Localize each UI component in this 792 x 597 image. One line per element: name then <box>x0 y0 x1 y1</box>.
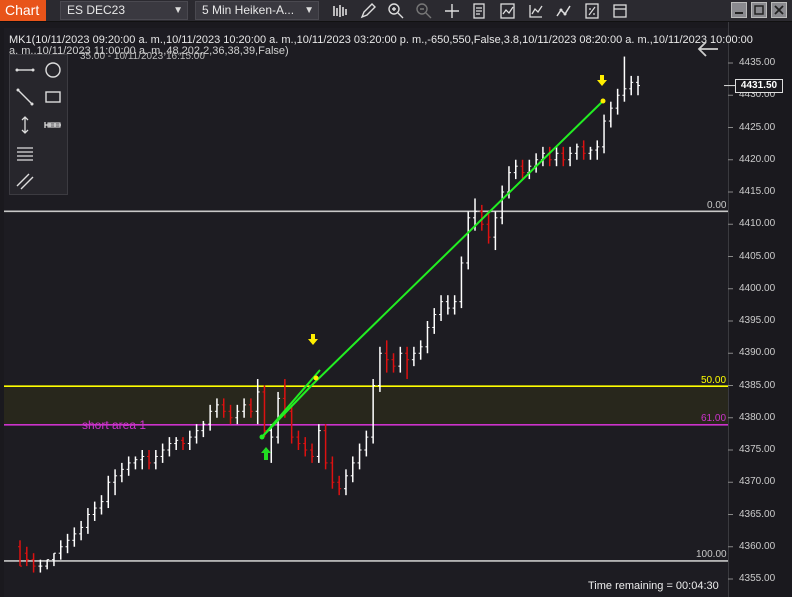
price-tick-label: 4435.00 <box>739 57 776 68</box>
horizontal-segment-tool-icon[interactable] <box>14 59 36 81</box>
price-chart-svg <box>4 56 735 580</box>
parallel-channel-tool-icon[interactable] <box>14 170 36 192</box>
fib-level-label-100: 100.00 <box>696 549 727 560</box>
arrow-left-icon[interactable] <box>696 39 720 59</box>
price-tick-label: 4405.00 <box>739 250 776 262</box>
trend-line-anchor <box>313 375 319 381</box>
vertical-line-tool-icon[interactable] <box>14 114 36 136</box>
price-tick-label: 4360.00 <box>739 540 776 552</box>
price-tick-label: 4420.00 <box>739 153 776 165</box>
price-tick-label: 4355.00 <box>739 573 776 584</box>
time-remaining-readout: Time remaining = 00:04:30 <box>588 580 719 592</box>
price-tick-label: 4410.00 <box>739 218 776 230</box>
ruler-tool-icon[interactable] <box>42 114 64 136</box>
trend-line-lower <box>261 384 313 438</box>
ellipse-tool-icon[interactable] <box>42 59 64 81</box>
trend-line-anchor <box>259 434 265 440</box>
price-tick-label: 4415.00 <box>739 186 776 197</box>
price-tick-label: 4400.00 <box>739 282 776 294</box>
fib-level-label-61: 61.00 <box>701 413 727 424</box>
indicator-header-range: 35.00 - 10/11/2023 16:15:00 <box>80 51 205 62</box>
sell-signal-arrow-icon <box>308 334 318 345</box>
drawing-tools-panel <box>9 54 68 195</box>
zone-label: short area 1 <box>82 418 147 432</box>
price-tick-label: 4425.00 <box>739 121 776 133</box>
price-tick-label: 4390.00 <box>739 347 776 359</box>
price-tick-label: 4365.00 <box>739 508 776 520</box>
buy-signal-arrow-icon <box>261 447 271 460</box>
last-price-marker: 4431.50 <box>735 79 783 93</box>
fib-level-label-0: 0.00 <box>707 200 727 211</box>
price-tick-label: 4385.00 <box>739 379 776 391</box>
rectangle-tool-icon[interactable] <box>42 86 64 108</box>
price-tick-label: 4380.00 <box>739 411 776 423</box>
price-tick-label: 4395.00 <box>739 315 776 326</box>
line-tool-icon[interactable] <box>14 86 36 108</box>
trend-line-anchor <box>600 98 606 104</box>
trend-line-main <box>311 100 604 386</box>
price-tick-label: 4375.00 <box>739 444 776 455</box>
sell-signal-arrow-icon <box>597 75 607 86</box>
fib-level-label-50: 50.00 <box>701 375 727 386</box>
price-tick-label: 4370.00 <box>739 476 776 488</box>
fibonacci-tool-icon[interactable] <box>14 142 36 164</box>
